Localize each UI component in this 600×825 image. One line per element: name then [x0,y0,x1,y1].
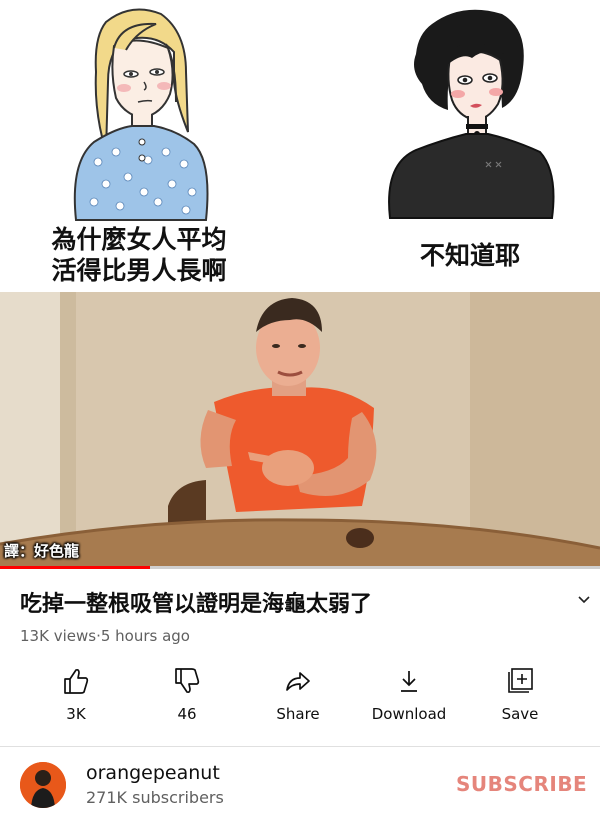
goth-wojak-illustration [388,9,555,219]
like-count: 3K [66,705,86,723]
avatar-illustration [20,762,66,808]
download-icon [401,671,417,692]
translator-credit: 譯：好色龍 [4,542,80,560]
video-player[interactable] [0,292,600,568]
video-frame-illustration [0,292,600,568]
meme-panel: 為什麼女人平均 活得比男人長啊 不知道耶 [0,0,600,292]
left-caption: 為什麼女人平均 活得比男人長啊 [51,225,227,285]
divider [0,746,600,747]
dislike-button[interactable]: 46 [132,664,242,723]
progress-bar[interactable] [0,566,600,569]
video-title[interactable]: 吃掉一整根吸管以證明是海龜太弱了 [20,586,560,618]
thumbs-up-icon [64,668,89,694]
dislike-count: 46 [177,705,197,723]
download-label: Download [371,705,447,723]
thumbs-down-icon [175,668,200,694]
subscriber-count: 271K subscribers [86,788,224,807]
progress-bar-fill [0,566,150,569]
upload-age: 5 hours ago [100,627,190,645]
share-label: Share [276,705,320,723]
view-count: 13K views [20,627,97,645]
share-button[interactable]: Share [243,664,353,723]
action-bar: 3K 46 Share Download Save [0,664,600,734]
like-button[interactable]: 3K [21,664,131,723]
right-caption: 不知道耶 [419,241,520,270]
save-label: Save [501,705,539,723]
blonde-wojak-illustration [73,8,209,221]
video-meta: 13K views · 5 hours ago [20,627,190,645]
chevron-down-icon[interactable] [573,588,595,610]
channel-name[interactable]: orangepeanut [86,762,220,784]
subscribe-button[interactable]: SUBSCRIBE [456,772,587,796]
download-button[interactable]: Download [354,664,464,723]
save-button[interactable]: Save [465,664,575,723]
channel-avatar[interactable] [20,762,66,808]
share-arrow-icon [286,672,310,691]
save-playlist-icon [508,668,533,693]
